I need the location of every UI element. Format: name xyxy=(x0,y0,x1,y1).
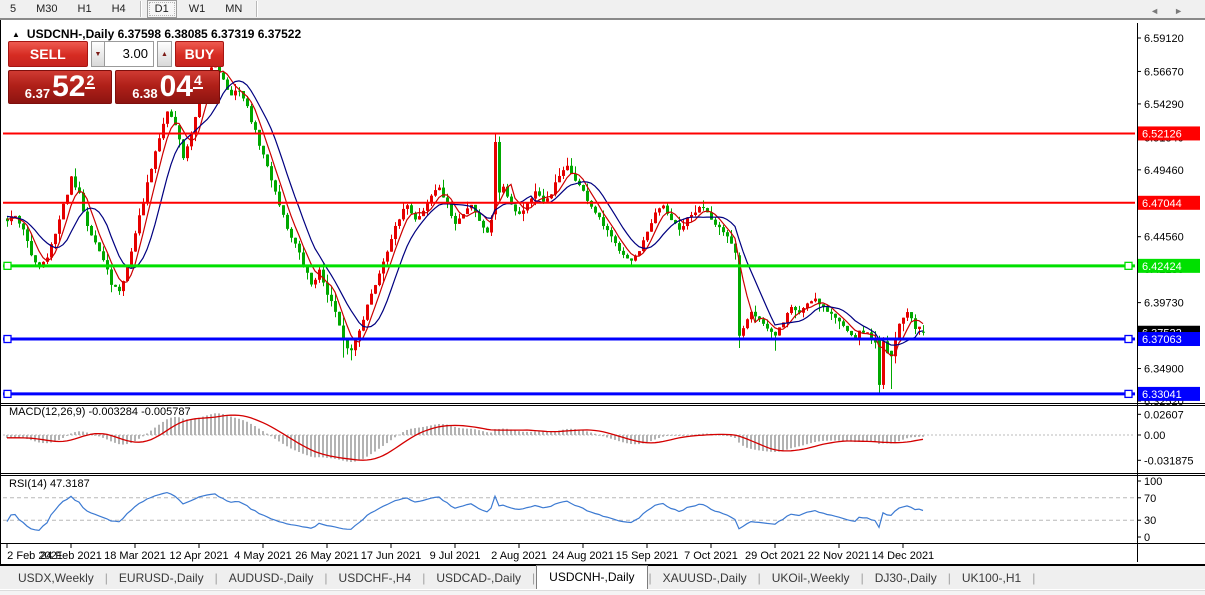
sell-price-prefix: 6.37 xyxy=(25,86,50,101)
svg-text:0.00: 0.00 xyxy=(1144,430,1165,442)
volume-decrease-button[interactable]: ▼ xyxy=(91,41,106,67)
macd-layer xyxy=(3,413,1135,462)
svg-text:6.59120: 6.59120 xyxy=(1144,33,1184,45)
svg-text:2 Aug 2021: 2 Aug 2021 xyxy=(491,550,547,562)
date-axis: 2 Feb 202124 Feb 202118 Mar 202112 Apr 2… xyxy=(7,544,934,562)
svg-text:6.47044: 6.47044 xyxy=(1142,198,1182,210)
macd-main-value: -0.003284 xyxy=(88,406,138,418)
chevron-down-icon: ▼ xyxy=(95,51,102,58)
macd-indicator-label: MACD(12,26,9) -0.003284 -0.005787 xyxy=(9,406,191,418)
chart-tab-eurusd-daily[interactable]: EURUSD-,Daily xyxy=(109,568,214,589)
svg-text:17 Jun 2021: 17 Jun 2021 xyxy=(361,550,422,562)
svg-text:-0.031875: -0.031875 xyxy=(1144,455,1194,467)
chart-tab-xauusd-daily[interactable]: XAUUSD-,Daily xyxy=(653,568,757,589)
svg-text:24 Aug 2021: 24 Aug 2021 xyxy=(552,550,614,562)
tab-separator: | xyxy=(1031,568,1036,589)
svg-text:7 Oct 2021: 7 Oct 2021 xyxy=(684,550,738,562)
sell-price-pips: 52 xyxy=(52,73,85,101)
svg-text:22 Nov 2021: 22 Nov 2021 xyxy=(808,550,870,562)
chart-tab-bar: USDX,Weekly|EURUSD-,Daily|AUDUSD-,Daily|… xyxy=(0,565,1205,589)
timeframe-m30[interactable]: M30 xyxy=(28,0,65,18)
volume-increase-button[interactable]: ▲ xyxy=(157,41,172,67)
status-strip xyxy=(0,590,1205,595)
rsi-value: 47.3187 xyxy=(50,478,90,490)
chart-tab-usdcnh-daily[interactable]: USDCNH-,Daily xyxy=(536,565,647,589)
line-handle[interactable] xyxy=(4,262,11,269)
svg-text:9 Jul 2021: 9 Jul 2021 xyxy=(430,550,481,562)
chart-header: ▲ USDCNH-,Daily 6.37598 6.38085 6.37319 6… xyxy=(12,27,301,41)
toolbar-separator xyxy=(140,1,141,17)
chart-ohlc-readout: 6.37598 6.38085 6.37319 6.37522 xyxy=(118,27,302,41)
timeframe-toolbar: 5M30 H1H4 D1W1MN xyxy=(0,0,1205,20)
tab-scroll-right-icon[interactable]: ► xyxy=(1174,6,1183,16)
chart-tab-usdcad-daily[interactable]: USDCAD-,Daily xyxy=(426,568,531,589)
buy-price-pips: 04 xyxy=(160,73,193,101)
svg-text:6.56670: 6.56670 xyxy=(1144,66,1184,78)
chevron-up-icon: ▲ xyxy=(161,51,168,58)
svg-text:6.33041: 6.33041 xyxy=(1142,389,1182,401)
sell-button[interactable]: SELL xyxy=(8,41,88,67)
svg-text:100: 100 xyxy=(1144,476,1162,488)
trading-terminal: 5M30H1H4D1W1MN 6.591206.566706.542906.51… xyxy=(0,0,1205,595)
chart-tab-audusd-daily[interactable]: AUDUSD-,Daily xyxy=(219,568,324,589)
sell-price-point: 2 xyxy=(85,74,95,89)
svg-text:0: 0 xyxy=(1144,532,1150,544)
line-handle[interactable] xyxy=(4,390,11,397)
line-handle[interactable] xyxy=(4,336,11,343)
svg-text:29 Oct 2021: 29 Oct 2021 xyxy=(745,550,805,562)
rsi-indicator-label: RSI(14) 47.3187 xyxy=(9,478,90,490)
chart-tab-usdchf-h4[interactable]: USDCHF-,H4 xyxy=(329,568,422,589)
svg-text:6.49460: 6.49460 xyxy=(1144,165,1184,177)
svg-text:70: 70 xyxy=(1144,493,1156,505)
chart-tab-ukoil-weekly[interactable]: UKOil-,Weekly xyxy=(762,568,860,589)
buy-price-display[interactable]: 6.38044 xyxy=(115,70,220,104)
svg-text:26 May 2021: 26 May 2021 xyxy=(295,550,359,562)
buy-price-prefix: 6.38 xyxy=(132,86,157,101)
sell-price-display[interactable]: 6.37522 xyxy=(8,70,112,104)
volume-input[interactable]: 3.00 xyxy=(105,41,153,67)
toolbar-separator xyxy=(256,1,257,17)
buy-price-point: 4 xyxy=(193,74,203,89)
macd-signal-line xyxy=(7,415,923,460)
svg-text:6.52126: 6.52126 xyxy=(1142,128,1182,140)
line-handle[interactable] xyxy=(1125,262,1132,269)
timeframe-h4[interactable]: H4 xyxy=(104,0,134,18)
svg-text:18 Mar 2021: 18 Mar 2021 xyxy=(104,550,166,562)
timeframe-5[interactable]: 5 xyxy=(2,0,24,18)
svg-text:14 Dec 2021: 14 Dec 2021 xyxy=(872,550,934,562)
price-axis-labels: 6.591206.566706.542906.518406.494606.445… xyxy=(1137,33,1184,408)
line-handle[interactable] xyxy=(1125,336,1132,343)
trade-prices-row: 6.37522 6.38044 xyxy=(8,70,224,104)
one-click-trading-panel: SELL ▼ 3.00 ▲ BUY 6.37522 6.38044 xyxy=(8,41,224,104)
chart-tab-uk100-h1[interactable]: UK100-,H1 xyxy=(952,568,1031,589)
svg-text:30: 30 xyxy=(1144,515,1156,527)
timeframe-h1[interactable]: H1 xyxy=(70,0,100,18)
svg-text:6.42424: 6.42424 xyxy=(1142,261,1182,273)
svg-text:15 Sep 2021: 15 Sep 2021 xyxy=(616,550,678,562)
timeframe-d1[interactable]: D1 xyxy=(147,0,177,18)
svg-text:6.37063: 6.37063 xyxy=(1142,334,1182,346)
svg-text:6.44560: 6.44560 xyxy=(1144,232,1184,244)
svg-text:24 Feb 2021: 24 Feb 2021 xyxy=(40,550,102,562)
tab-scroll-left-icon[interactable]: ◄ xyxy=(1150,6,1159,16)
macd-signal-value: -0.005787 xyxy=(141,406,191,418)
rsi-layer xyxy=(3,493,1135,531)
chart-tab-dj30-daily[interactable]: DJ30-,Daily xyxy=(865,568,947,589)
timeframe-mn[interactable]: MN xyxy=(217,0,250,18)
ohlc-collapse-arrow-icon[interactable]: ▲ xyxy=(12,30,20,39)
svg-text:6.34900: 6.34900 xyxy=(1144,364,1184,376)
svg-text:0.02607: 0.02607 xyxy=(1144,409,1184,421)
svg-text:12 Apr 2021: 12 Apr 2021 xyxy=(169,550,228,562)
line-handle[interactable] xyxy=(1125,390,1132,397)
svg-text:4 May 2021: 4 May 2021 xyxy=(234,550,291,562)
trade-controls-row: SELL ▼ 3.00 ▲ BUY xyxy=(8,41,224,67)
chart-tab-usdx-weekly[interactable]: USDX,Weekly xyxy=(8,568,104,589)
svg-text:6.39730: 6.39730 xyxy=(1144,298,1184,310)
chart-symbol-period: USDCNH-,Daily xyxy=(27,27,114,41)
svg-text:6.54290: 6.54290 xyxy=(1144,99,1184,111)
buy-button[interactable]: BUY xyxy=(175,41,224,67)
timeframe-w1[interactable]: W1 xyxy=(181,0,214,18)
